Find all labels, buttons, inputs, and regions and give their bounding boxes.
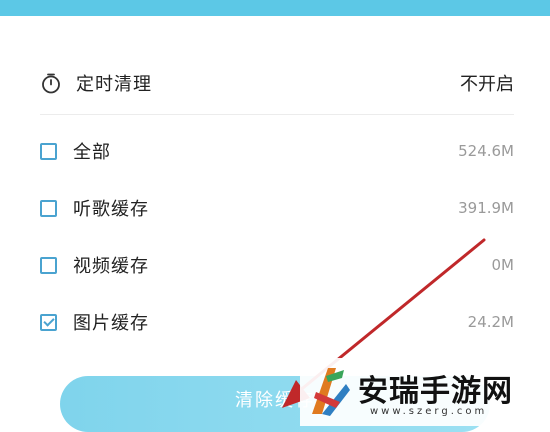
checkbox-music[interactable] [40,199,57,217]
checkbox-image[interactable] [40,313,57,331]
timer-clean-row[interactable]: 定时清理 不开启 [40,63,514,103]
cache-item-size: 24.2M [467,313,514,331]
cache-item-label: 视频缓存 [73,256,149,277]
cache-item-music[interactable]: 听歌缓存 391.9M [40,188,514,228]
watermark-title: 安瑞手游网 [358,374,513,409]
cache-item-label: 听歌缓存 [73,199,149,220]
checkbox-video[interactable] [40,256,57,274]
cache-item-label: 全部 [73,142,111,163]
cache-item-label: 图片缓存 [73,313,149,334]
watermark-url: www.szerg.com [370,406,488,417]
checkbox-all[interactable] [40,142,57,160]
cache-item-size: 391.9M [458,199,514,217]
timer-icon [42,73,60,94]
top-banner [0,0,550,16]
watermark: 安瑞手游网 www.szerg.com [300,358,550,426]
timer-clean-label: 定时清理 [76,74,152,95]
timer-clean-value[interactable]: 不开启 [460,70,514,96]
cache-item-image[interactable]: 图片缓存 24.2M [40,302,514,342]
cache-item-size: 0M [491,256,515,274]
cache-item-all[interactable]: 全部 524.6M [40,131,514,171]
cache-item-size: 524.6M [458,142,514,160]
cache-item-video[interactable]: 视频缓存 0M [40,245,514,285]
divider [40,114,514,115]
watermark-logo-icon [312,368,350,416]
